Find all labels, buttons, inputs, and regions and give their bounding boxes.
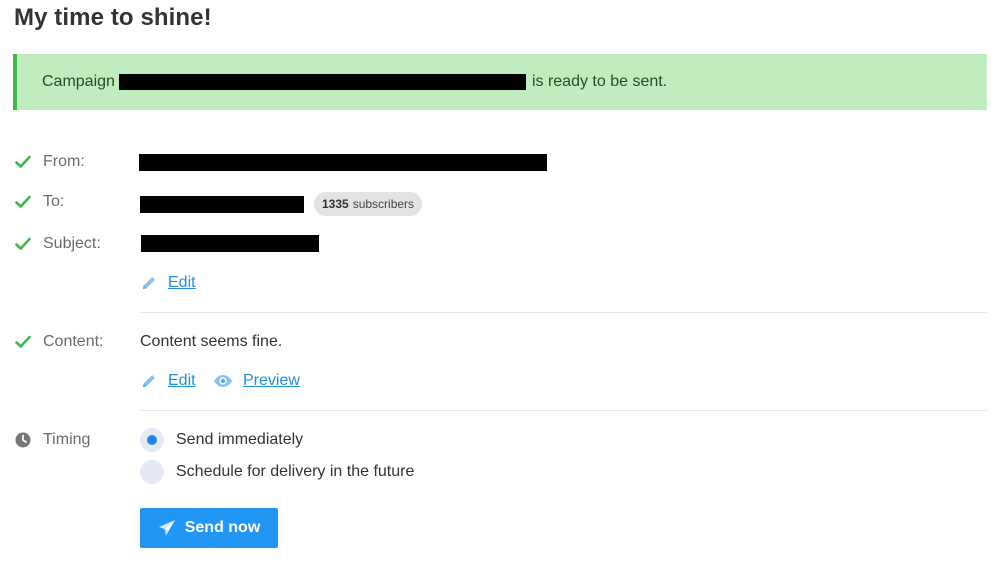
redacted-to-value — [140, 196, 304, 213]
schedule-label[interactable]: Schedule for delivery in the future — [176, 463, 414, 481]
preview-link[interactable]: Preview — [213, 372, 300, 390]
check-icon — [14, 333, 32, 351]
content-row: Content: — [14, 330, 103, 354]
from-label: From: — [43, 153, 85, 170]
check-icon — [14, 235, 32, 253]
divider — [140, 312, 987, 313]
page-title: My time to shine! — [14, 4, 212, 31]
schedule-radio[interactable] — [140, 460, 164, 484]
ready-banner: Campaign is ready to be sent. — [13, 54, 987, 110]
send-now-button[interactable]: Send now — [140, 508, 278, 548]
paper-plane-icon — [158, 520, 175, 536]
content-label: Content: — [43, 333, 104, 350]
banner-prefix: Campaign — [42, 73, 115, 90]
redacted-campaign-name — [118, 74, 526, 90]
subscriber-count-badge: 1335 subscribers — [314, 192, 423, 216]
edit-details-label[interactable]: Edit — [168, 274, 196, 292]
to-row: To: — [14, 190, 64, 214]
from-row: From: — [14, 150, 85, 174]
subject-label: Subject: — [43, 235, 101, 252]
to-label: To: — [43, 193, 65, 210]
preview-label[interactable]: Preview — [243, 372, 300, 390]
edit-content-label[interactable]: Edit — [168, 372, 196, 390]
edit-content-link[interactable]: Edit — [140, 372, 196, 390]
subscriber-word: subscribers — [352, 197, 415, 211]
content-status: Content seems fine. — [140, 333, 283, 350]
campaign-review-page: My time to shine! Campaign is ready to b… — [0, 0, 1001, 564]
banner-suffix: is ready to be sent. — [531, 73, 668, 90]
pencil-icon — [143, 375, 155, 387]
timing-row: Timing — [14, 428, 90, 452]
check-icon — [14, 153, 32, 171]
subscriber-count: 1335 — [322, 197, 349, 211]
divider — [140, 410, 987, 411]
radio-selected-dot — [147, 435, 157, 445]
eye-icon — [214, 375, 232, 387]
timing-label: Timing — [43, 431, 91, 448]
send-now-label[interactable]: Send now — [185, 519, 261, 537]
subject-row: Subject: — [14, 232, 101, 256]
clock-icon — [14, 431, 32, 449]
send-immediately-label[interactable]: Send immediately — [176, 431, 303, 449]
redacted-subject-value — [141, 235, 319, 252]
redacted-from-value — [139, 154, 547, 171]
check-icon — [14, 193, 32, 211]
edit-details-link[interactable]: Edit — [140, 274, 196, 292]
send-immediately-radio[interactable] — [140, 428, 164, 452]
pencil-icon — [143, 277, 155, 289]
